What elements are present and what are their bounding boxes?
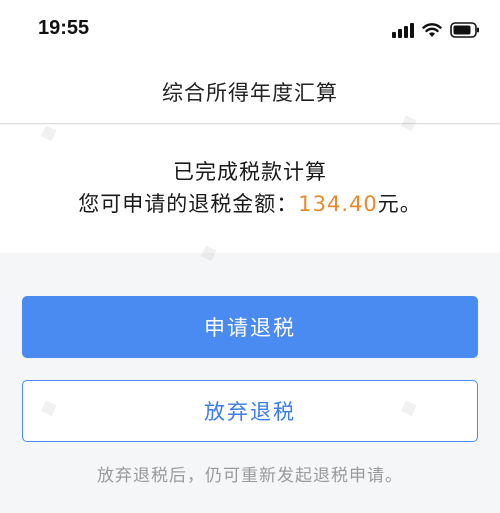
apply-refund-button[interactable]: 申请退税 [22,296,478,358]
nav-bar: 综合所得年度汇算 [0,60,500,124]
abandon-refund-button[interactable]: 放弃退税 [22,380,478,442]
battery-icon [450,22,480,38]
result-card: 已完成税款计算 您可申请的退税金额：134.40元。 [0,125,500,253]
status-time: 19:55 [38,17,90,39]
abandon-hint-text: 放弃退税后，仍可重新发起退税申请。 [97,466,403,486]
status-bar: 19:55 [0,0,500,60]
refund-amount-value: 134.40 [298,192,378,216]
signal-icon [392,22,414,38]
calculation-complete-text: 已完成税款计算 [173,160,327,184]
status-icons [392,20,480,40]
refund-currency: 元。 [377,192,422,216]
screen: 19:55 综合所得年度汇算 已完成税款计算 您可申请的退税金额：134.40元… [0,0,500,513]
refund-amount-label: 您可申请的退税金额： [78,192,299,216]
refund-amount-line: 您可申请的退税金额：134.40元。 [0,188,500,218]
wifi-icon [422,22,442,38]
page-title: 综合所得年度汇算 [162,80,338,105]
